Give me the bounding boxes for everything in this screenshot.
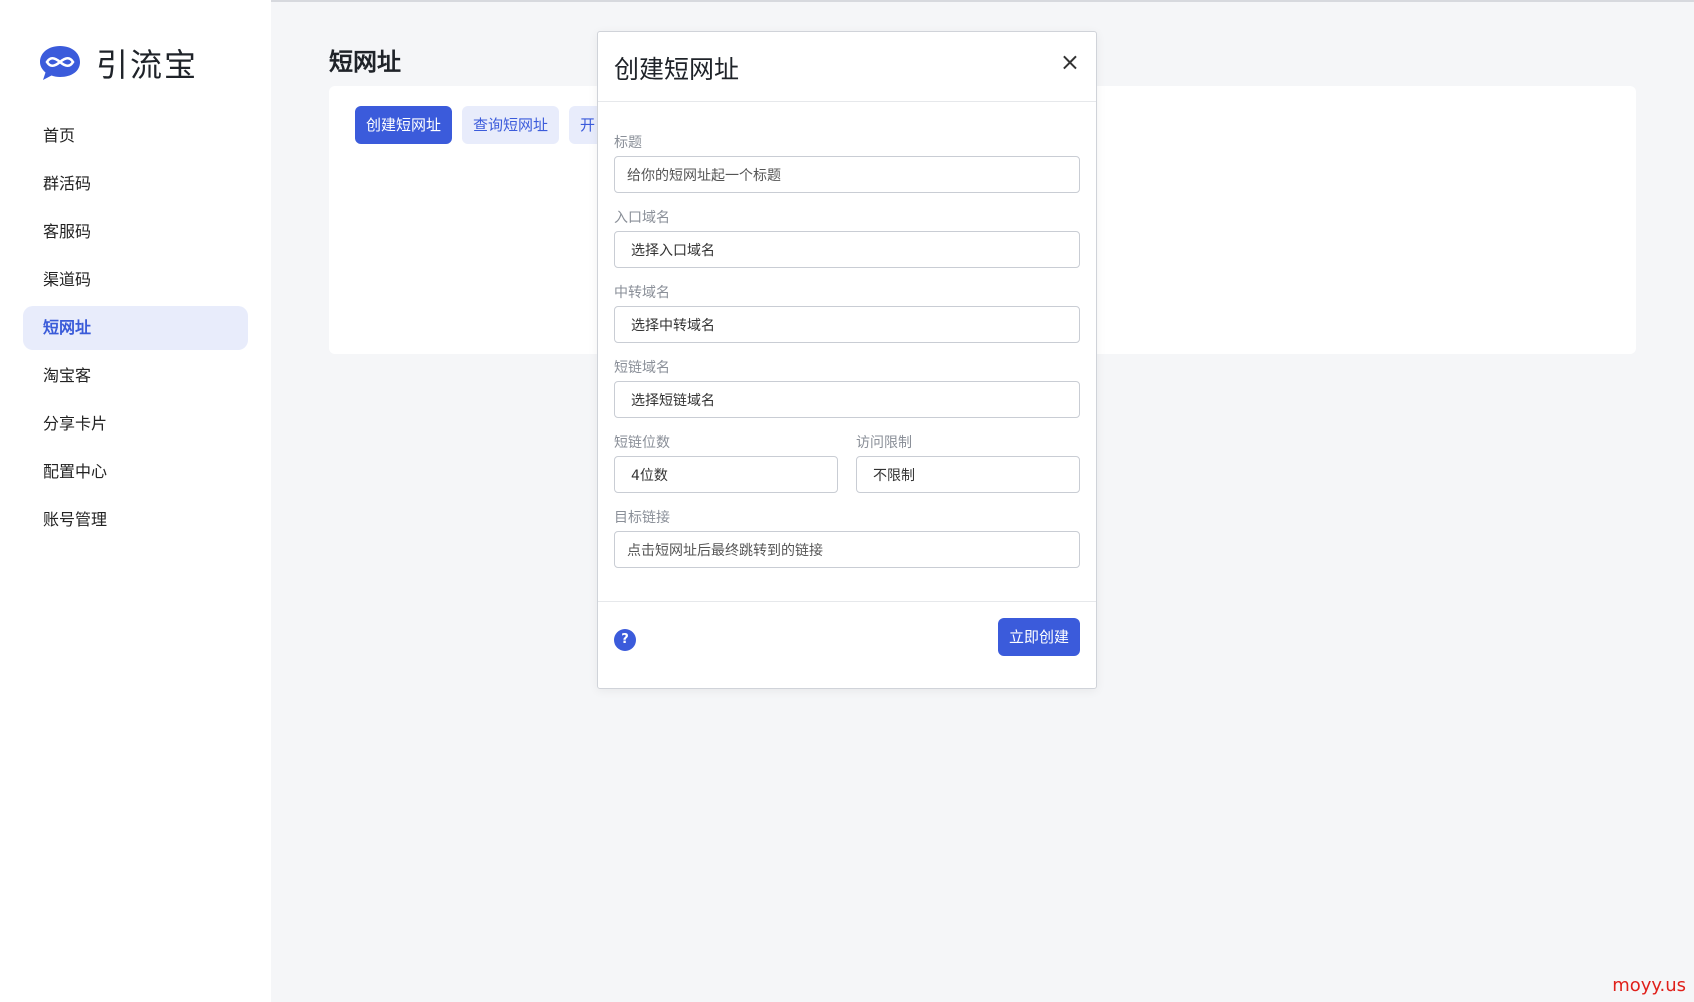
title-label: 标题	[614, 135, 642, 151]
sidebar: 引流宝 首页 群活码 客服码 渠道码 短网址 淘宝客 分享卡片 配置中心 账号管…	[0, 0, 271, 1002]
create-now-button[interactable]: 立即创建	[997, 618, 1080, 656]
query-short-url-button[interactable]: 查询短网址	[462, 106, 560, 144]
target-link-input[interactable]: 点击短网址后最终跳转到的链接	[614, 531, 1080, 568]
field-digits: 短链位数 4位数	[614, 432, 838, 493]
sidebar-item-config-center[interactable]: 配置中心	[23, 450, 248, 494]
entry-domain-select[interactable]: 选择入口域名	[614, 231, 1080, 268]
sidebar-item-service-qrcode[interactable]: 客服码	[23, 210, 248, 254]
relay-domain-label: 中转域名	[614, 285, 670, 301]
panel-toolbar: 创建短网址 查询短网址 开	[355, 106, 607, 144]
sidebar-item-share-card[interactable]: 分享卡片	[23, 402, 248, 446]
modal-header: 创建短网址 ×	[598, 32, 1096, 102]
sidebar-item-short-url[interactable]: 短网址	[23, 306, 248, 350]
short-domain-select[interactable]: 选择短链域名	[614, 381, 1080, 418]
target-link-label: 目标链接	[614, 510, 670, 526]
access-limit-label: 访问限制	[856, 435, 912, 451]
sidebar-item-home[interactable]: 首页	[23, 114, 248, 158]
relay-domain-value: 选择中转域名	[631, 317, 715, 334]
field-entry-domain: 入口域名 选择入口域名	[614, 207, 1080, 268]
digits-label: 短链位数	[614, 435, 670, 451]
modal-footer: ? 立即创建	[598, 601, 1096, 689]
title-input[interactable]: 给你的短网址起一个标题	[614, 156, 1080, 193]
digits-value: 4位数	[631, 467, 668, 484]
digits-select[interactable]: 4位数	[614, 456, 838, 493]
sidebar-nav: 首页 群活码 客服码 渠道码 短网址 淘宝客 分享卡片 配置中心 账号管理	[23, 114, 248, 546]
sidebar-item-taobaoke[interactable]: 淘宝客	[23, 354, 248, 398]
entry-domain-value: 选择入口域名	[631, 242, 715, 259]
target-link-placeholder: 点击短网址后最终跳转到的链接	[627, 542, 823, 559]
field-target-link: 目标链接 点击短网址后最终跳转到的链接	[614, 507, 1080, 568]
title-placeholder: 给你的短网址起一个标题	[627, 167, 781, 184]
help-icon[interactable]: ?	[614, 629, 636, 651]
relay-domain-select[interactable]: 选择中转域名	[614, 306, 1080, 343]
short-domain-value: 选择短链域名	[631, 392, 715, 409]
logo-icon	[40, 46, 80, 80]
sidebar-item-channel-qrcode[interactable]: 渠道码	[23, 258, 248, 302]
access-limit-select[interactable]: 不限制	[856, 456, 1080, 493]
app-logo[interactable]: 引流宝	[38, 40, 198, 86]
field-relay-domain: 中转域名 选择中转域名	[614, 282, 1080, 343]
field-short-domain: 短链域名 选择短链域名	[614, 357, 1080, 418]
create-short-url-form: 标题 给你的短网址起一个标题 入口域名 选择入口域名 中转域名 选择中转域名 短…	[614, 132, 1080, 582]
modal-title: 创建短网址	[614, 55, 740, 84]
sidebar-item-account-management[interactable]: 账号管理	[23, 498, 248, 542]
short-domain-label: 短链域名	[614, 360, 670, 376]
entry-domain-label: 入口域名	[614, 210, 670, 226]
field-title: 标题 给你的短网址起一个标题	[614, 132, 1080, 193]
access-limit-value: 不限制	[873, 467, 915, 484]
field-access-limit: 访问限制 不限制	[856, 432, 1080, 493]
app-name: 引流宝	[96, 46, 199, 84]
sidebar-item-group-qrcode[interactable]: 群活码	[23, 162, 248, 206]
digits-limit-row: 短链位数 4位数 访问限制 不限制	[614, 432, 1080, 507]
create-short-url-modal: 创建短网址 × 标题 给你的短网址起一个标题 入口域名 选择入口域名 中转域名 …	[597, 31, 1097, 689]
close-icon[interactable]: ×	[1060, 50, 1080, 74]
watermark: moyy.us	[1612, 975, 1686, 996]
create-short-url-button[interactable]: 创建短网址	[355, 106, 453, 144]
page-title: 短网址	[329, 48, 401, 76]
